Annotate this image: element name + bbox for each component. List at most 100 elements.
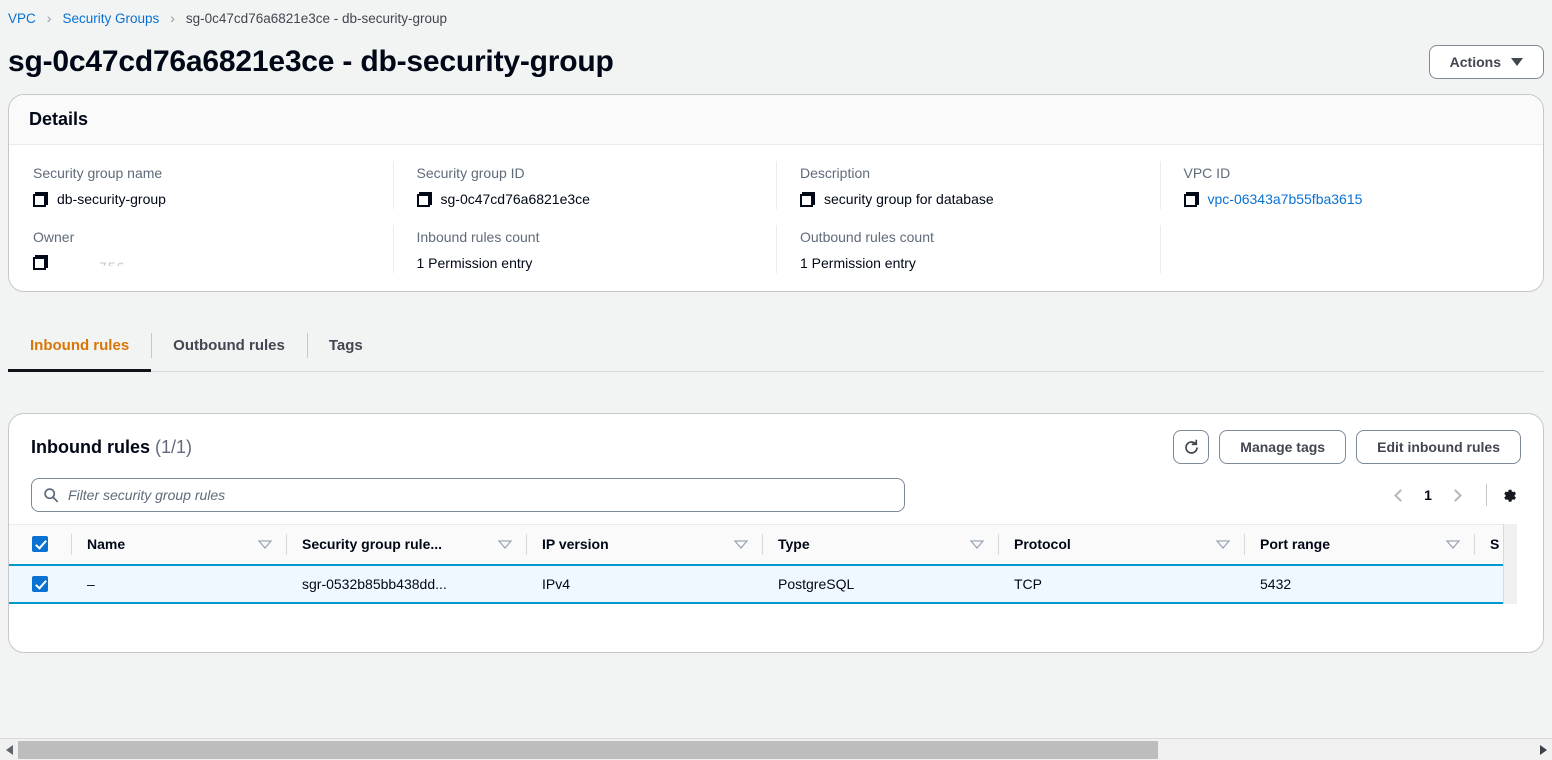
- detail-vpc-id: VPC ID vpc-06343a7b55fba3615: [1159, 149, 1544, 213]
- column-header-name[interactable]: Name: [71, 524, 286, 565]
- cell-type: PostgreSQL: [762, 563, 998, 604]
- detail-value: security group for database: [824, 191, 994, 207]
- tab-outbound-rules[interactable]: Outbound rules: [151, 320, 307, 371]
- actions-button[interactable]: Actions: [1428, 45, 1544, 79]
- tab-tags[interactable]: Tags: [306, 320, 385, 371]
- triangle-left-icon: [5, 744, 13, 755]
- detail-value-redacted: 756: [99, 259, 125, 266]
- breadcrumb-item-security-groups[interactable]: Security Groups: [62, 11, 159, 26]
- scrollbar-track[interactable]: [18, 740, 1534, 760]
- breadcrumb-separator-icon: ›: [170, 10, 175, 26]
- pagination-page-1[interactable]: 1: [1418, 487, 1438, 503]
- vertical-scrollbar-strip[interactable]: [1503, 524, 1517, 604]
- sort-caret-icon[interactable]: [1446, 540, 1460, 549]
- sort-caret-icon[interactable]: [1216, 540, 1230, 549]
- rules-table-scroll-area[interactable]: Name Security group rule... IP version T…: [9, 524, 1517, 604]
- tab-inbound-rules[interactable]: Inbound rules: [8, 320, 152, 372]
- column-header-type[interactable]: Type: [762, 524, 998, 565]
- table-settings-button[interactable]: [1501, 485, 1521, 505]
- inbound-rules-panel: Inbound rules (1/1) Manage tags Edit inb…: [8, 413, 1544, 653]
- filter-row: 1: [9, 472, 1543, 524]
- breadcrumb-separator-icon: ›: [46, 10, 52, 26]
- triangle-right-icon: [1539, 744, 1547, 755]
- select-all-checkbox[interactable]: [32, 536, 48, 553]
- detail-description: Description security group for database: [776, 149, 1160, 213]
- copy-icon[interactable]: [416, 191, 432, 207]
- inbound-rules-title-text: Inbound rules: [31, 436, 150, 457]
- detail-label: Inbound rules count: [416, 229, 540, 245]
- sort-caret-icon[interactable]: [498, 540, 512, 549]
- search-box: [31, 478, 905, 512]
- refresh-icon: [1183, 439, 1200, 456]
- pagination-next-button[interactable]: [1442, 480, 1472, 510]
- cell-name: –: [71, 563, 286, 604]
- sort-caret-icon[interactable]: [970, 540, 984, 549]
- detail-value-wrap: 756: [33, 255, 373, 270]
- details-section-title: Details: [29, 109, 89, 129]
- refresh-button[interactable]: [1173, 430, 1210, 464]
- column-header-label: Security group rule...: [302, 536, 443, 553]
- scroll-left-button[interactable]: [0, 740, 18, 760]
- pagination-prev-button[interactable]: [1384, 480, 1414, 510]
- scrollbar-thumb[interactable]: [18, 740, 1158, 759]
- column-header-label: Protocol: [1014, 536, 1071, 553]
- detail-value-wrap: security group for database: [800, 191, 1140, 207]
- detail-value-wrap: 1 Permission entry: [800, 255, 1140, 271]
- column-header-port-range[interactable]: Port range: [1244, 524, 1474, 565]
- inbound-rules-table: Name Security group rule... IP version T…: [9, 524, 1517, 604]
- detail-value-wrap: vpc-06343a7b55fba3615: [1183, 191, 1524, 207]
- detail-value-wrap: sg-0c47cd76a6821e3ce: [416, 191, 757, 207]
- detail-security-group-id: Security group ID sg-0c47cd76a6821e3ce: [392, 149, 777, 213]
- cell-protocol: TCP: [998, 563, 1244, 604]
- manage-tags-button[interactable]: Manage tags: [1219, 430, 1347, 464]
- breadcrumb: VPC › Security Groups › sg-0c47cd76a6821…: [0, 0, 1552, 36]
- copy-icon[interactable]: [800, 191, 815, 207]
- chevron-right-icon: [1449, 488, 1462, 502]
- sort-caret-icon[interactable]: [734, 540, 748, 549]
- copy-icon[interactable]: [1183, 191, 1199, 207]
- search-input[interactable]: [31, 478, 905, 512]
- detail-spacer: [1159, 213, 1544, 277]
- page-title: sg-0c47cd76a6821e3ce - db-security-group: [8, 45, 614, 78]
- detail-label: Security group ID: [416, 165, 525, 181]
- detail-label: Outbound rules count: [800, 229, 934, 245]
- copy-icon[interactable]: [33, 191, 48, 207]
- actions-button-label: Actions: [1449, 54, 1501, 70]
- column-header-label: IP version: [542, 536, 609, 553]
- inbound-rules-count: (1/1): [155, 436, 193, 457]
- cell-ip-version: IPv4: [526, 563, 762, 604]
- detail-value: db-security-group: [57, 191, 166, 207]
- tab-label: Outbound rules: [173, 337, 285, 354]
- detail-value-link[interactable]: vpc-06343a7b55fba3615: [1208, 191, 1363, 207]
- row-select-cell: [9, 563, 71, 604]
- scroll-right-button[interactable]: [1534, 740, 1552, 760]
- table-body: – sgr-0532b85bb438dd... IPv4 PostgreSQL …: [9, 563, 1517, 604]
- detail-outbound-rules-count: Outbound rules count 1 Permission entry: [776, 213, 1160, 277]
- tab-bar: Inbound rules Outbound rules Tags: [8, 320, 1544, 372]
- column-header-label: S: [1490, 536, 1500, 553]
- manage-tags-label: Manage tags: [1240, 439, 1326, 455]
- column-header-security-group-rule-id[interactable]: Security group rule...: [286, 524, 526, 565]
- column-header-protocol[interactable]: Protocol: [998, 524, 1244, 565]
- cell-port-range: 5432: [1244, 563, 1474, 604]
- column-header-label: Type: [778, 536, 810, 553]
- chevron-left-icon: [1394, 488, 1407, 502]
- details-body: Security group name db-security-group Se…: [9, 145, 1543, 291]
- breadcrumb-item-current: sg-0c47cd76a6821e3ce - db-security-group: [185, 10, 448, 26]
- details-row-1: Security group name db-security-group Se…: [9, 149, 1543, 213]
- chevron-down-icon: [1511, 58, 1523, 66]
- select-all-wrap: [9, 526, 71, 564]
- copy-icon[interactable]: [33, 255, 48, 270]
- detail-security-group-name: Security group name db-security-group: [9, 149, 393, 213]
- inbound-rules-header: Inbound rules (1/1) Manage tags Edit inb…: [9, 414, 1543, 472]
- detail-label: Owner: [33, 229, 75, 245]
- column-header-ip-version[interactable]: IP version: [526, 524, 762, 565]
- row-checkbox[interactable]: [32, 575, 48, 592]
- sort-caret-icon[interactable]: [258, 540, 272, 549]
- table-row[interactable]: – sgr-0532b85bb438dd... IPv4 PostgreSQL …: [9, 563, 1517, 604]
- breadcrumb-item-vpc[interactable]: VPC: [8, 11, 36, 26]
- detail-value: 1 Permission entry: [416, 255, 533, 271]
- tab-label: Tags: [328, 337, 363, 354]
- horizontal-scrollbar[interactable]: [0, 738, 1552, 760]
- edit-inbound-rules-button[interactable]: Edit inbound rules: [1356, 430, 1521, 464]
